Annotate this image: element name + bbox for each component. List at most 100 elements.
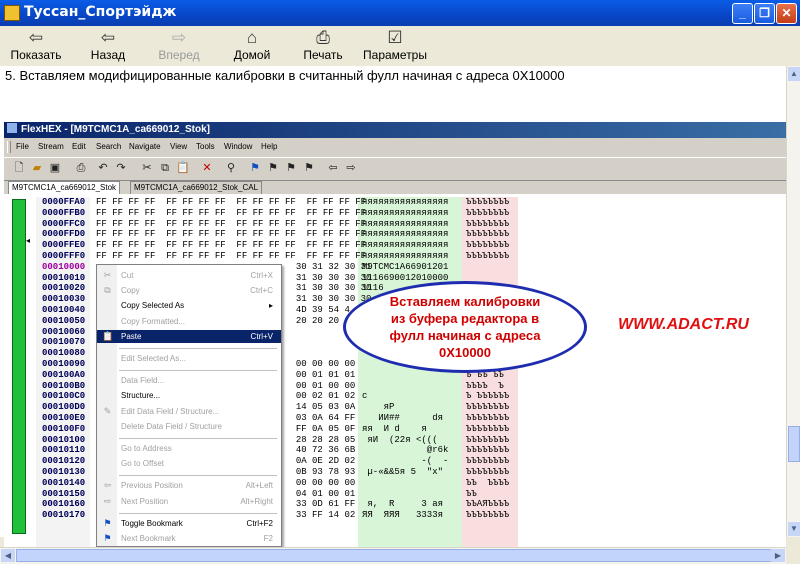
menu-view[interactable]: View <box>170 139 187 155</box>
next-bookmark-icon[interactable]: ⚑ <box>284 161 298 175</box>
menu-item-go-to-offset[interactable]: Go to Offset <box>97 457 281 470</box>
undo-icon[interactable]: ↶ <box>96 161 110 175</box>
menu-item-next-bookmark[interactable]: ⚑ Next Bookmark F2 <box>97 532 281 545</box>
prev-bookmark-icon[interactable]: ⚑ <box>266 161 280 175</box>
menu-item-paste[interactable]: 📋 Paste Ctrl+V <box>97 329 281 343</box>
menu-stream[interactable]: Stream <box>38 139 64 155</box>
copy-icon[interactable]: ⧉ <box>158 161 172 175</box>
bookmark-icon: ⚑ <box>103 517 112 528</box>
address-cell: 00010050 <box>42 315 86 326</box>
menu-help[interactable]: Help <box>261 139 277 155</box>
ascii-cell: я, R 3 ая <box>362 499 444 510</box>
menu-item-previous-position[interactable]: ⇦ Previous Position Alt+Left <box>97 479 281 492</box>
tab-stok-cal[interactable]: M9TCMC1A_ca669012_Stok_CAL <box>130 181 263 195</box>
close-button[interactable]: ✕ <box>776 3 797 24</box>
callout-line: фулл начиная с адреса <box>389 328 541 343</box>
address-cell: 000100E0 <box>42 413 86 423</box>
menu-item-cut[interactable]: ✂ Cut Ctrl+X <box>97 269 281 282</box>
menu-item-edit-data-field-structure[interactable]: ✎ Edit Data Field / Structure... <box>97 405 281 418</box>
submenu-arrow-icon: ▸ <box>268 301 273 311</box>
paste-icon[interactable]: 📋 <box>176 161 190 175</box>
menu-item-go-to-address[interactable]: Go to Address <box>97 442 281 455</box>
scroll-right-icon[interactable]: ▶ <box>771 549 785 562</box>
copy-icon: ⧉ <box>104 285 111 296</box>
print-button[interactable]: ⎙ Печать <box>300 28 346 62</box>
ascii-alt-cell: ЪЪЪЪЪЪЪЪ <box>466 402 510 413</box>
menu-item-toggle-bookmark[interactable]: ⚑ Toggle Bookmark Ctrl+F2 <box>97 517 281 530</box>
menu-item-shortcut: Ctrl+C <box>250 286 273 296</box>
print-icon[interactable]: ⎙ <box>74 161 88 175</box>
options-button[interactable]: ☑ Параметры <box>362 28 428 62</box>
ascii-alt-cell: ЪЪЪЪЪЪЪЪ <box>466 467 510 477</box>
menu-item-delete-data-field-structure[interactable]: Delete Data Field / Structure <box>97 420 281 433</box>
ascii-alt-cell: ЪЪЪЪЪЪЪЪ <box>466 413 510 423</box>
ascii-alt-cell: ЪЪЪЪЪЪЪЪ <box>466 423 510 434</box>
menu-item-copy-formatted[interactable]: Copy Formatted... <box>97 315 281 328</box>
flexhex-toolbar: 🗋 ▰ ▣ ⎙ ↶ ↷ ✂ ⧉ 📋 ✕ ⚲ ⚑ ⚑ ⚑ ⚑ ⇦ ⇨ <box>4 157 786 181</box>
ascii-alt-cell: ЪЪЪЪЪЪЪЪ <box>466 229 510 240</box>
menu-search[interactable]: Search <box>96 139 121 155</box>
ascii-cell: @r6k <box>362 445 449 456</box>
menu-edit[interactable]: Edit <box>72 139 86 155</box>
bookmark-icon[interactable]: ⚑ <box>248 161 262 175</box>
find-icon[interactable]: ⚲ <box>224 161 238 175</box>
callout-line: 0X10000 <box>438 345 492 360</box>
menu-item-label: Delete Data Field / Structure <box>121 421 222 431</box>
menu-item-copy-selected-as[interactable]: Copy Selected As ▸ <box>97 299 281 312</box>
menu-file[interactable]: File <box>16 139 29 155</box>
nav-back-icon[interactable]: ⇦ <box>326 161 340 175</box>
forward-button[interactable]: ⇨ Вперед <box>157 28 201 62</box>
menu-item-edit-selected-as[interactable]: Edit Selected As... <box>97 352 281 365</box>
hex-bytes-cell: FF FF FF FF FF FF FF FF FF FF FF FF FF F… <box>96 207 367 218</box>
minimize-button[interactable]: _ <box>732 3 753 24</box>
menu-item-label: Cut <box>121 271 134 280</box>
menu-navigate[interactable]: Navigate <box>129 139 161 155</box>
horizontal-scrollbar[interactable]: ◀ ▶ <box>0 547 786 564</box>
scroll-down-icon[interactable]: ▼ <box>788 522 800 536</box>
back-button[interactable]: ⇦ Назад <box>86 28 130 62</box>
maximize-button[interactable]: ❐ <box>754 3 775 24</box>
menu-item-data-field[interactable]: Data Field... <box>97 374 281 387</box>
address-cell: 00010120 <box>42 456 86 467</box>
tab-stok[interactable]: M9TCMC1A_ca669012_Stok <box>8 181 121 195</box>
callout-bubble: Вставляем калибровки из буфера редактора… <box>343 281 587 373</box>
show-hide-icon: ⇦ <box>28 28 44 47</box>
address-cell: 00010080 <box>42 348 86 359</box>
address-cell: 00010160 <box>42 499 86 510</box>
home-button[interactable]: ⌂ Домой <box>230 28 274 62</box>
scroll-up-icon[interactable]: ▲ <box>788 67 800 81</box>
ascii-cell: 1116690012010000 <box>362 272 449 283</box>
show-button[interactable]: ⇦ Показать <box>10 28 62 62</box>
forward-arrow-icon: ⇨ <box>171 28 187 47</box>
vertical-scrollbar[interactable]: ▲ ▼ <box>786 66 800 537</box>
menu-item-label: Copy Formatted... <box>121 316 186 326</box>
menu-item-next-position[interactable]: ⇨ Next Position Alt+Right <box>97 495 281 508</box>
step-text: 5. Вставляем модифицированные калибровки… <box>5 68 565 83</box>
menu-item-structure[interactable]: Structure... <box>97 389 281 402</box>
menu-item-label: Next Position <box>121 496 169 506</box>
printer-icon: ⎙ <box>316 28 330 47</box>
menu-tools[interactable]: Tools <box>196 139 215 155</box>
flexhex-tabs: M9TCMC1A_ca669012_Stok M9TCMC1A_ca669012… <box>4 180 786 195</box>
menu-item-copy[interactable]: ⧉ Copy Ctrl+C <box>97 284 281 297</box>
hex-bytes-cell: FF FF FF FF FF FF FF FF FF FF FF FF FF F… <box>96 229 367 240</box>
ascii-cell: яяяяяяяяяяяяяяяя <box>362 229 449 240</box>
redo-icon[interactable]: ↷ <box>114 161 128 175</box>
scroll-corner <box>786 547 800 563</box>
new-file-icon[interactable]: 🗋 <box>12 161 26 175</box>
ascii-alt-cell: ЪЪЪЪЪЪЪЪ <box>466 197 510 207</box>
clear-bookmarks-icon[interactable]: ⚑ <box>302 161 316 175</box>
nav-forward-icon[interactable]: ⇨ <box>344 161 358 175</box>
scroll-thumb[interactable] <box>788 426 800 462</box>
scroll-thumb[interactable] <box>16 549 772 562</box>
menu-window[interactable]: Window <box>224 139 252 155</box>
ascii-alt-cell: ЪЪЪЪЪЪЪЪ <box>466 240 510 251</box>
menu-item-label: Copy Selected As <box>121 301 185 311</box>
scroll-left-icon[interactable]: ◀ <box>1 549 15 562</box>
open-folder-icon[interactable]: ▰ <box>30 161 44 175</box>
address-cell: 00010060 <box>42 326 86 337</box>
save-icon[interactable]: ▣ <box>48 161 62 175</box>
cut-icon[interactable]: ✂ <box>140 161 154 175</box>
delete-icon[interactable]: ✕ <box>200 161 214 175</box>
callout-line: Вставляем калибровки <box>389 294 541 309</box>
